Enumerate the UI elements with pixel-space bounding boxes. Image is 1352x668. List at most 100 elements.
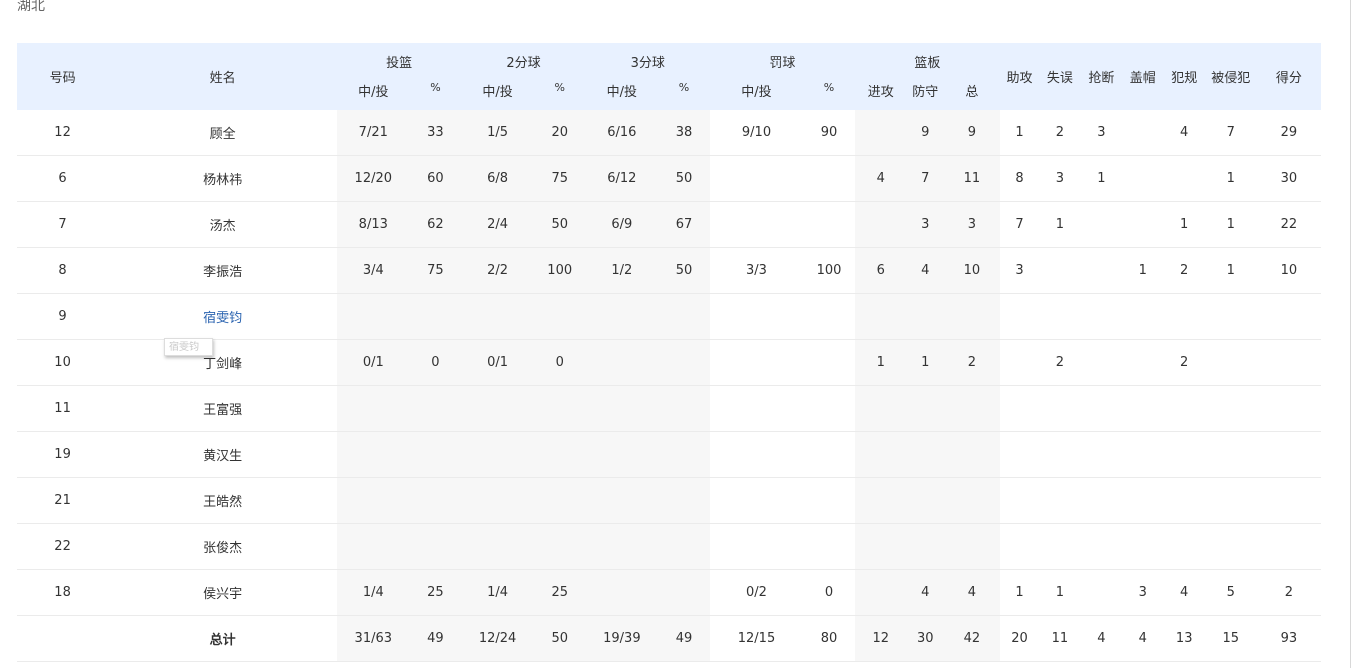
- reb-off: [854, 293, 907, 340]
- header-two-made-att[interactable]: 中/投: [461, 75, 534, 110]
- ft-made-att: [709, 523, 804, 570]
- turnovers: 3: [1039, 155, 1081, 202]
- steals: [1080, 523, 1123, 570]
- reb-def: [906, 385, 944, 432]
- ft-made-att: [709, 155, 804, 202]
- player-name[interactable]: 汤杰: [108, 201, 338, 248]
- reb-def: 9: [906, 110, 944, 156]
- points: 30: [1256, 155, 1321, 202]
- header-name[interactable]: 姓名: [108, 43, 338, 110]
- reb-off: [854, 201, 907, 248]
- total-blocks: 4: [1122, 615, 1164, 662]
- fouls: 4: [1163, 110, 1205, 156]
- header-two-pct[interactable]: %: [533, 75, 586, 110]
- three-made-att: [585, 569, 659, 616]
- header-three-pct[interactable]: %: [658, 75, 710, 110]
- player-name[interactable]: 顾全: [108, 110, 338, 156]
- reb-total: [943, 523, 1000, 570]
- ft-pct: [803, 339, 855, 386]
- player-name-link[interactable]: 宿雯钧: [108, 293, 338, 340]
- header-reb-off[interactable]: 进攻: [854, 75, 907, 110]
- fouls-drawn: 1: [1204, 201, 1257, 248]
- player-number: 22: [17, 523, 109, 570]
- points: 29: [1256, 110, 1321, 156]
- player-name[interactable]: 李振浩: [108, 247, 338, 294]
- header-three-made-att[interactable]: 中/投: [585, 75, 659, 110]
- header-reb: 篮板: [854, 43, 1000, 75]
- blocks: [1122, 523, 1164, 570]
- ft-pct: 0: [803, 569, 855, 616]
- player-name[interactable]: 侯兴宇: [108, 569, 338, 616]
- steals: [1080, 293, 1123, 340]
- fouls-drawn: [1204, 293, 1257, 340]
- assists: 7: [999, 201, 1040, 248]
- header-ft-made-att[interactable]: 中/投: [709, 75, 804, 110]
- total-fouls-drawn: 15: [1204, 615, 1257, 662]
- totals-number: [17, 615, 109, 662]
- player-name[interactable]: 丁剑峰: [108, 339, 338, 386]
- turnovers: [1039, 523, 1081, 570]
- steals: [1080, 247, 1123, 294]
- reb-def: [906, 431, 944, 478]
- player-name[interactable]: 黄汉生: [108, 431, 338, 478]
- points: [1256, 477, 1321, 524]
- fg-made-att: [337, 523, 410, 570]
- two-made-att: 1/4: [461, 569, 534, 616]
- two-pct: [533, 385, 586, 432]
- header-fg-made-att[interactable]: 中/投: [337, 75, 410, 110]
- fouls-drawn: 5: [1204, 569, 1257, 616]
- fouls: [1163, 293, 1205, 340]
- player-name[interactable]: 张俊杰: [108, 523, 338, 570]
- two-made-att: [461, 431, 534, 478]
- header-pf[interactable]: 犯规: [1163, 43, 1205, 110]
- player-name[interactable]: 王皓然: [108, 477, 338, 524]
- fouls: [1163, 477, 1205, 524]
- three-pct: [658, 385, 710, 432]
- steals: [1080, 339, 1123, 386]
- total-reb-def: 30: [906, 615, 944, 662]
- reb-off: 4: [854, 155, 907, 202]
- player-name[interactable]: 杨林祎: [108, 155, 338, 202]
- reb-off: [854, 569, 907, 616]
- header-reb-tot[interactable]: 总: [943, 75, 1000, 110]
- fg-made-att: 8/13: [337, 201, 410, 248]
- total-two-pct: 50: [533, 615, 586, 662]
- header-fg-pct[interactable]: %: [409, 75, 462, 110]
- blocks: [1122, 385, 1164, 432]
- player-row: 18 侯兴宇 1/4 25 1/4 25 0/2 0 4 4 1 1 3 4 5…: [17, 569, 1321, 616]
- two-made-att: [461, 293, 534, 340]
- fg-pct: [409, 385, 462, 432]
- header-ft-pct[interactable]: %: [803, 75, 855, 110]
- header-stl[interactable]: 抢断: [1080, 43, 1123, 110]
- points: 22: [1256, 201, 1321, 248]
- reb-total: 4: [943, 569, 1000, 616]
- ft-pct: 100: [803, 247, 855, 294]
- reb-off: 6: [854, 247, 907, 294]
- fg-pct: 62: [409, 201, 462, 248]
- fouls-drawn: 1: [1204, 247, 1257, 294]
- reb-total: 3: [943, 201, 1000, 248]
- header-tov[interactable]: 失误: [1039, 43, 1081, 110]
- header-fd[interactable]: 被侵犯: [1204, 43, 1257, 110]
- player-number: 19: [17, 431, 109, 478]
- three-made-att: 6/9: [585, 201, 659, 248]
- reb-def: [906, 523, 944, 570]
- header-reb-def[interactable]: 防守: [906, 75, 944, 110]
- header-blk[interactable]: 盖帽: [1122, 43, 1164, 110]
- assists: [999, 431, 1040, 478]
- three-pct: 50: [658, 247, 710, 294]
- three-made-att: 1/2: [585, 247, 659, 294]
- reb-off: [854, 477, 907, 524]
- header-pts[interactable]: 得分: [1256, 43, 1321, 110]
- total-fouls: 13: [1163, 615, 1205, 662]
- reb-total: [943, 385, 1000, 432]
- ft-made-att: [709, 293, 804, 340]
- three-pct: [658, 339, 710, 386]
- ft-made-att: [709, 385, 804, 432]
- player-name[interactable]: 王富强: [108, 385, 338, 432]
- header-ast[interactable]: 助攻: [999, 43, 1040, 110]
- header-number[interactable]: 号码: [17, 43, 109, 110]
- reb-off: [854, 523, 907, 570]
- total-turnovers: 11: [1039, 615, 1081, 662]
- two-made-att: 1/5: [461, 110, 534, 156]
